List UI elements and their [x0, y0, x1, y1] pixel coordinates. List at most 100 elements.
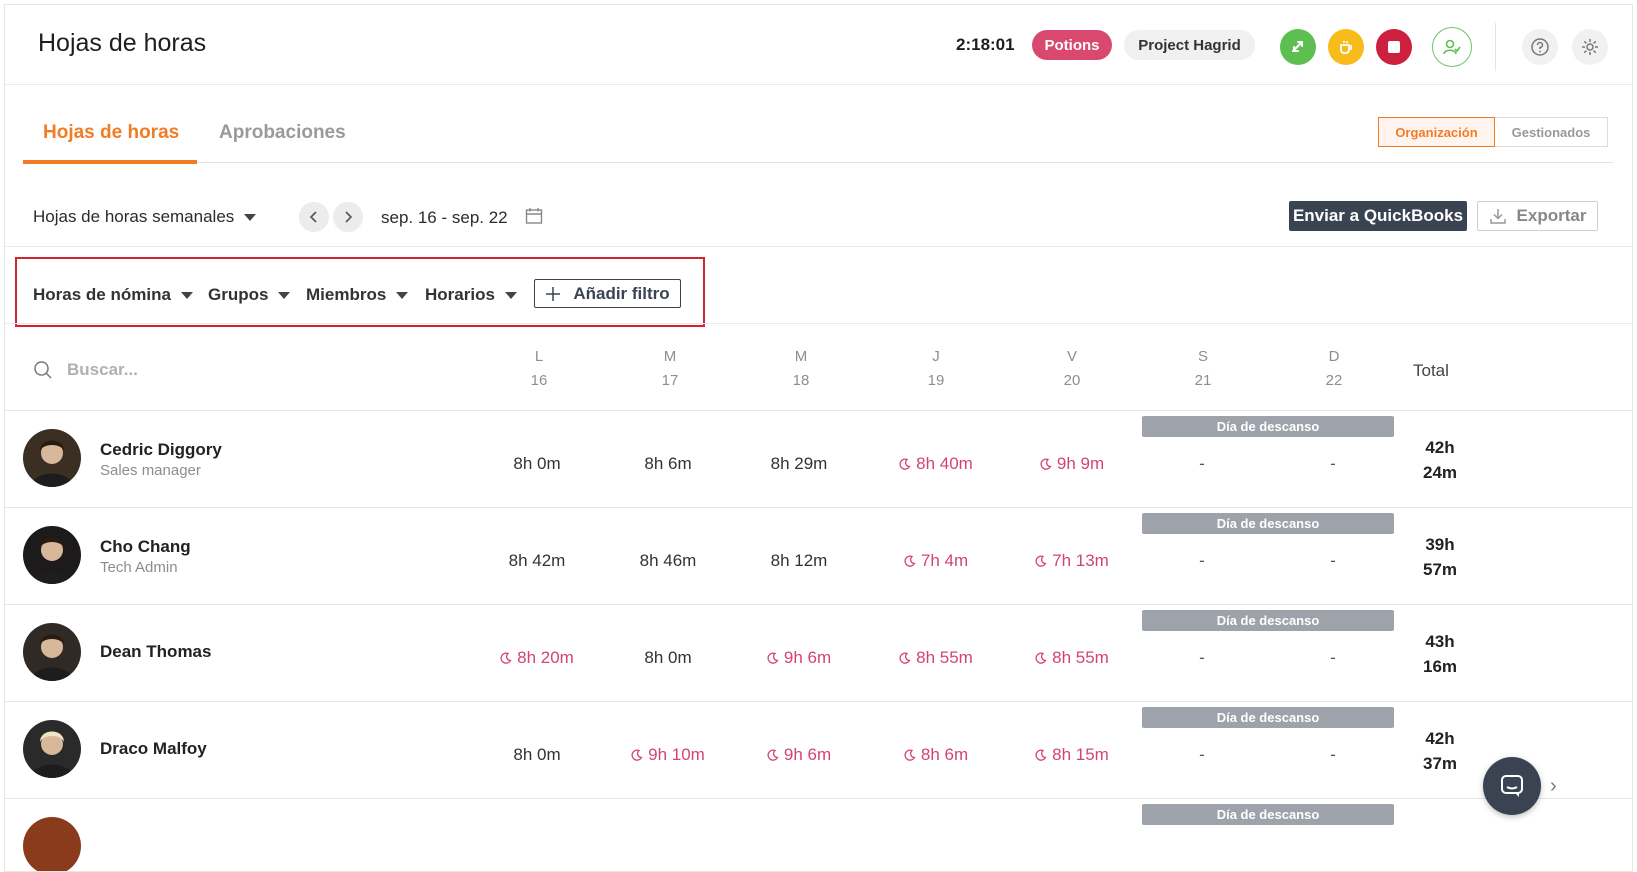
scope-organization-button[interactable]: Organización [1378, 117, 1495, 147]
scope-managed-button[interactable]: Gestionados [1495, 117, 1608, 147]
time-value: 8h 20m [517, 648, 574, 667]
chat-launcher-button[interactable] [1483, 757, 1541, 815]
table-row[interactable]: Draco Malfoy 8h 0m 9h 10m 9h 6m 8h 6m 8h 15m -… [5, 701, 1632, 798]
tab-timesheets[interactable]: Hojas de horas [43, 122, 179, 144]
time-cell[interactable]: 7h 4m [876, 551, 996, 571]
search-input[interactable] [67, 360, 267, 380]
table-row[interactable]: Dean Thomas 8h 20m 8h 0m 9h 6m 8h 55m 8h 55m -… [5, 604, 1632, 701]
time-value: 8h 6m [920, 745, 969, 764]
help-button[interactable] [1522, 29, 1558, 65]
time-cell[interactable]: 8h 46m [608, 551, 728, 571]
day-column-header: V 20 [1032, 345, 1112, 393]
member-name[interactable]: Dean Thomas [100, 642, 211, 662]
time-cell[interactable]: 8h 55m [876, 648, 996, 668]
time-cell[interactable]: 8h 6m [608, 454, 728, 474]
time-cell[interactable]: 7h 13m [1012, 551, 1132, 571]
user-status-button[interactable] [1432, 27, 1472, 67]
time-cell[interactable]: 9h 9m [1012, 454, 1132, 474]
day-column-header: M 17 [630, 345, 710, 393]
send-quickbooks-button[interactable]: Enviar a QuickBooks [1289, 201, 1467, 231]
time-cell[interactable]: 9h 6m [739, 745, 859, 765]
time-value: 7h 13m [1052, 551, 1109, 570]
time-cell[interactable]: - [1273, 454, 1393, 474]
time-value: 8h 6m [644, 454, 692, 473]
time-cell[interactable]: 8h 6m [876, 745, 996, 765]
activity-badge[interactable]: Potions [1032, 30, 1112, 60]
time-value: 8h 55m [916, 648, 973, 667]
time-cell[interactable]: 8h 29m [739, 454, 859, 474]
day-number: 20 [1063, 372, 1081, 389]
time-cell[interactable]: - [1142, 454, 1262, 474]
stop-timer-button[interactable] [1376, 29, 1412, 65]
time-cell[interactable]: 8h 15m [1012, 745, 1132, 765]
row-total: 42h 37m [1405, 726, 1475, 776]
filter-members[interactable]: Miembros [306, 285, 409, 305]
time-cell[interactable]: 8h 0m [477, 454, 597, 474]
filter-payroll-hours[interactable]: Horas de nómina [33, 285, 193, 305]
stop-icon [1388, 41, 1400, 53]
time-cell[interactable]: 8h 0m [608, 648, 728, 668]
time-value: 9h 6m [783, 745, 832, 764]
day-letter: M [663, 348, 677, 365]
time-cell[interactable]: 8h 12m [739, 551, 859, 571]
time-cell[interactable]: 8h 40m [876, 454, 996, 474]
download-icon [1489, 209, 1506, 224]
time-cell[interactable]: 8h 20m [477, 648, 597, 668]
avatar [23, 817, 81, 871]
table-row[interactable]: Cho Chang Tech Admin 8h 42m 8h 46m 8h 12m 7h … [5, 507, 1632, 604]
total-minutes: 57m [1422, 560, 1458, 579]
caret-down-icon [244, 213, 257, 221]
filter-label: Grupos [208, 285, 269, 304]
day-off-badge: Día de descanso [1142, 707, 1394, 728]
avatar [23, 429, 81, 487]
avatar [23, 720, 81, 778]
time-value: - [1199, 648, 1205, 667]
period-dropdown[interactable]: Hojas de horas semanales [33, 207, 257, 227]
tab-bar: Hojas de horas Aprobaciones [23, 111, 1613, 164]
break-button[interactable] [1328, 29, 1364, 65]
export-button[interactable]: Exportar [1477, 201, 1598, 231]
search-field[interactable] [33, 360, 267, 380]
scroll-right-arrow-icon[interactable]: › [1550, 775, 1557, 798]
member-name[interactable]: Cho Chang [100, 537, 191, 557]
total-minutes: 24m [1422, 463, 1458, 482]
moon-icon [500, 652, 512, 664]
day-column-header: D 22 [1294, 345, 1374, 393]
member-name[interactable]: Draco Malfoy [100, 739, 207, 759]
time-cell[interactable]: - [1273, 551, 1393, 571]
tab-approvals[interactable]: Aprobaciones [219, 122, 346, 144]
filter-label: Horas de nómina [33, 285, 171, 304]
table-row[interactable]: Día de descanso [5, 798, 1632, 871]
prev-week-button[interactable] [299, 202, 329, 232]
time-cell[interactable]: - [1273, 648, 1393, 668]
calendar-icon[interactable] [525, 207, 543, 230]
settings-icon [1582, 39, 1598, 55]
time-cell[interactable]: 9h 6m [739, 648, 859, 668]
time-cell[interactable]: - [1142, 648, 1262, 668]
switch-task-button[interactable] [1280, 29, 1316, 65]
filter-schedules[interactable]: Horarios [425, 285, 517, 305]
caret-down-icon [396, 291, 409, 299]
time-cell[interactable]: 9h 10m [608, 745, 728, 765]
chevron-right-icon [345, 211, 353, 223]
table-row[interactable]: Cedric Diggory Sales manager 8h 0m 8h 6m 8h … [5, 410, 1632, 507]
time-cell[interactable]: - [1142, 551, 1262, 571]
time-value: 8h 12m [770, 551, 828, 570]
time-cell[interactable]: - [1273, 745, 1393, 765]
member-name[interactable]: Cedric Diggory [100, 440, 222, 460]
time-cell[interactable]: 8h 0m [477, 745, 597, 765]
day-column-header: S 21 [1163, 345, 1243, 393]
filter-label: Miembros [306, 285, 387, 304]
add-filter-button[interactable]: Añadir filtro [534, 279, 681, 308]
settings-button[interactable] [1572, 29, 1608, 65]
time-cell[interactable]: 8h 42m [477, 551, 597, 571]
total-hours: 42h [1425, 729, 1455, 748]
project-badge[interactable]: Project Hagrid [1124, 30, 1255, 60]
chat-icon [1501, 775, 1523, 797]
day-number: 18 [792, 372, 810, 389]
time-cell[interactable]: 8h 55m [1012, 648, 1132, 668]
next-week-button[interactable] [333, 202, 363, 232]
time-value: 8h 0m [644, 648, 692, 667]
time-cell[interactable]: - [1142, 745, 1262, 765]
filter-groups[interactable]: Grupos [208, 285, 291, 305]
